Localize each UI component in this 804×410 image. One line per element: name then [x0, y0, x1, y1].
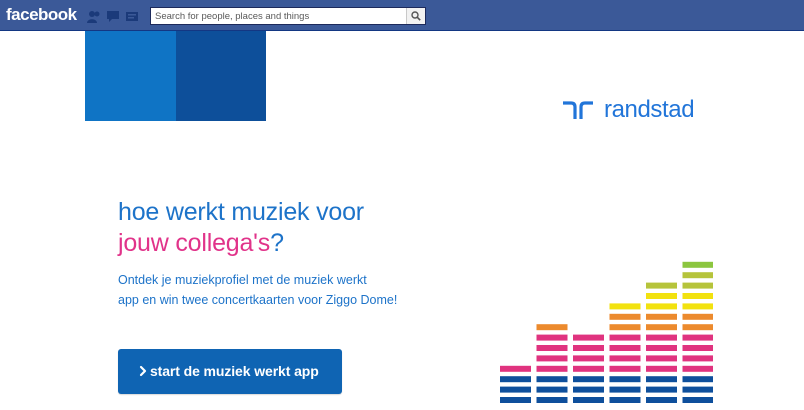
equalizer-bar: [536, 345, 568, 351]
randstad-logo-text: randstad: [604, 96, 695, 123]
equalizer-bar: [682, 345, 713, 351]
equalizer-bar: [646, 365, 677, 372]
start-app-button-label: start de muziek werkt app: [150, 363, 319, 379]
notifications-icon[interactable]: [124, 9, 139, 23]
equalizer-bar: [536, 355, 568, 362]
equalizer-bar: [682, 355, 713, 362]
equalizer-bar: [646, 345, 677, 351]
equalizer-bar: [609, 365, 641, 372]
headline-highlight: jouw collega's: [118, 229, 271, 257]
equalizer-bar: [682, 324, 713, 331]
messages-icon[interactable]: [105, 9, 120, 23]
equalizer-bar: [682, 293, 713, 299]
equalizer-bar: [500, 386, 531, 393]
headline-question-mark: ?: [270, 229, 284, 257]
brand-block-dark: [176, 31, 266, 121]
equalizer-bar: [646, 397, 677, 403]
equalizer-bar: [646, 282, 677, 289]
equalizer-bar: [609, 334, 641, 341]
music-equalizer-graphic: [497, 225, 713, 403]
equalizer-bar: [536, 386, 568, 393]
equalizer-bar: [536, 376, 568, 383]
facebook-logo[interactable]: facebook: [6, 5, 77, 25]
equalizer-bar: [573, 386, 604, 393]
equalizer-bar: [682, 397, 713, 403]
equalizer-bar: [609, 397, 641, 403]
search-icon: [411, 11, 421, 21]
equalizer-bar: [609, 324, 641, 331]
randstad-logo: randstad: [561, 96, 695, 123]
brand-block-light: [85, 31, 176, 121]
facebook-jewels: [86, 9, 139, 23]
equalizer-bar: [682, 376, 713, 383]
equalizer-bar: [573, 345, 604, 351]
equalizer-bar: [536, 397, 568, 403]
headline-line-1: hoe werkt muziek voor: [118, 198, 364, 226]
equalizer-bar: [682, 334, 713, 341]
equalizer-bar: [646, 355, 677, 362]
facebook-top-bar: facebook: [0, 0, 804, 31]
equalizer-bar: [609, 313, 641, 320]
equalizer-bar: [682, 282, 713, 289]
equalizer-bar: [536, 365, 568, 372]
equalizer-bar: [609, 386, 641, 393]
promo-headline: hoe werkt muziek voor jouw collega's?: [118, 197, 364, 259]
promo-description: Ontdek je muziekprofiel met de muziek we…: [118, 270, 478, 310]
equalizer-bar: [646, 334, 677, 341]
equalizer-bar: [500, 376, 531, 383]
equalizer-bar: [682, 303, 713, 310]
equalizer-bar: [646, 293, 677, 299]
chevron-right-icon: [139, 365, 147, 377]
equalizer-bar: [646, 376, 677, 383]
headline-line-2: jouw collega's?: [118, 228, 364, 259]
equalizer-bar: [536, 324, 568, 331]
randstad-logo-mark: [563, 101, 593, 119]
equalizer-bar: [609, 345, 641, 351]
equalizer-bar: [609, 355, 641, 362]
equalizer-bar: [682, 386, 713, 393]
equalizer-bar: [646, 324, 677, 331]
equalizer-bar: [609, 376, 641, 383]
equalizer-bar: [573, 397, 604, 403]
equalizer-bar: [573, 334, 604, 341]
search-input[interactable]: [151, 8, 407, 24]
equalizer-bar: [682, 313, 713, 320]
equalizer-bar: [573, 365, 604, 372]
equalizer-bar: [573, 355, 604, 362]
equalizer-bar: [500, 397, 531, 403]
friend-requests-icon[interactable]: [86, 9, 101, 23]
description-line-2: app en win twee concertkaarten voor Zigg…: [118, 293, 398, 307]
equalizer-bar: [536, 334, 568, 341]
equalizer-bar: [646, 303, 677, 310]
equalizer-bar: [682, 261, 713, 268]
search-button[interactable]: [406, 8, 425, 24]
equalizer-bar: [646, 313, 677, 320]
search-box: [150, 7, 426, 25]
equalizer-bar: [646, 386, 677, 393]
equalizer-bar: [609, 303, 641, 310]
start-app-button[interactable]: start de muziek werkt app: [118, 349, 342, 394]
equalizer-bar: [573, 376, 604, 383]
equalizer-bar: [682, 272, 713, 279]
equalizer-bar: [500, 365, 531, 372]
equalizer-bar: [682, 365, 713, 372]
description-line-1: Ontdek je muziekprofiel met de muziek we…: [118, 273, 367, 287]
equalizer-svg: [500, 261, 713, 403]
